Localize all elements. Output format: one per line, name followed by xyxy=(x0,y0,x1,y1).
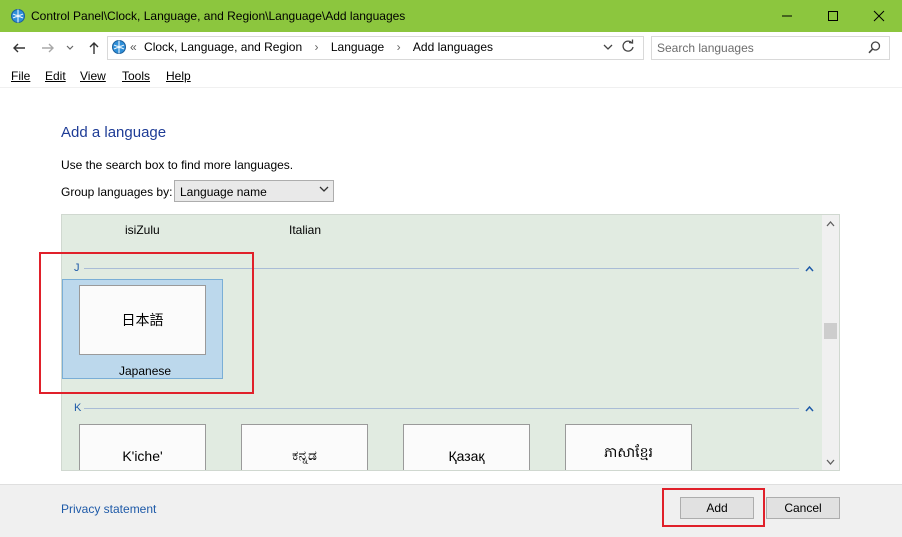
collapse-icon xyxy=(805,405,814,412)
back-arrow-icon xyxy=(13,43,25,53)
refresh-button[interactable] xyxy=(621,39,635,56)
highlight-japanese xyxy=(39,252,254,394)
up-button[interactable] xyxy=(84,38,104,58)
dropdown-icon xyxy=(603,44,613,50)
language-tile-kazakh[interactable]: Қазақ xyxy=(403,424,530,470)
menu-file-label: File xyxy=(11,69,31,83)
maximize-button[interactable] xyxy=(810,0,856,32)
maximize-icon xyxy=(828,11,838,21)
close-button[interactable] xyxy=(856,0,902,32)
breadcrumb-item-add-languages[interactable]: Add languages xyxy=(413,40,493,54)
search-placeholder: Search languages xyxy=(657,41,754,55)
scroll-up-icon[interactable] xyxy=(826,220,835,228)
language-tile-khmer[interactable]: ភាសាខ្មែរ xyxy=(565,424,692,470)
minimize-button[interactable] xyxy=(764,0,810,32)
group-divider xyxy=(84,408,799,409)
breadcrumb-item-clock-language-region[interactable]: Clock, Language, and Region xyxy=(144,40,302,54)
chevron-down-icon xyxy=(319,186,329,192)
group-header-k: K xyxy=(74,402,82,414)
menu-tools[interactable]: Tools xyxy=(122,69,150,83)
recent-dropdown-icon xyxy=(66,45,74,50)
collapse-group-k-button[interactable] xyxy=(805,402,814,416)
scroll-down-icon[interactable] xyxy=(826,458,835,466)
search-icon[interactable] xyxy=(868,41,881,54)
language-item-isizulu[interactable]: isiZulu xyxy=(125,223,160,237)
language-tile-kannada[interactable]: ಕನ್ನಡ xyxy=(241,424,368,470)
minimize-icon xyxy=(782,15,792,17)
highlight-add-button xyxy=(662,488,765,527)
menu-view-label: View xyxy=(80,69,106,83)
breadcrumb-item-language[interactable]: Language xyxy=(331,40,384,54)
forward-arrow-icon xyxy=(42,43,54,53)
menu-file[interactable]: File xyxy=(11,69,30,83)
recent-locations-button[interactable] xyxy=(63,38,77,58)
menu-edit-label: Edit xyxy=(45,69,66,83)
menu-help-label: Help xyxy=(166,69,191,83)
breadcrumb-separator[interactable]: › xyxy=(315,40,319,54)
menu-edit[interactable]: Edit xyxy=(45,69,66,83)
breadcrumb-separator[interactable]: › xyxy=(397,40,401,54)
language-list-scrollbar[interactable] xyxy=(822,215,839,470)
back-button[interactable] xyxy=(9,38,29,58)
address-dropdown-button[interactable] xyxy=(602,41,614,56)
breadcrumb-overflow[interactable]: « xyxy=(130,40,137,54)
language-item-italian[interactable]: Italian xyxy=(289,223,321,237)
up-arrow-icon xyxy=(89,42,99,54)
control-panel-icon xyxy=(112,40,126,54)
scrollbar-thumb[interactable] xyxy=(824,323,837,339)
menu-help[interactable]: Help xyxy=(166,69,191,83)
page-title: Add a language xyxy=(61,124,167,141)
group-by-value: Language name xyxy=(180,185,267,199)
menu-tools-label: Tools xyxy=(122,69,151,83)
collapse-group-j-button[interactable] xyxy=(805,262,814,276)
breadcrumb: « Clock, Language, and Region › Language… xyxy=(130,40,493,54)
instruction-text: Use the search box to find more language… xyxy=(61,158,294,172)
window-title: Control Panel\Clock, Language, and Regio… xyxy=(31,9,406,23)
privacy-statement-link[interactable]: Privacy statement xyxy=(61,502,156,516)
refresh-icon xyxy=(622,39,634,52)
language-tile-kiche[interactable]: K'iche' xyxy=(79,424,206,470)
menu-view[interactable]: View xyxy=(80,69,106,83)
forward-button[interactable] xyxy=(38,38,58,58)
group-by-label: Group languages by: xyxy=(61,185,173,199)
close-icon xyxy=(873,10,885,22)
collapse-icon xyxy=(805,265,814,272)
cancel-button[interactable]: Cancel xyxy=(766,497,840,519)
app-icon xyxy=(11,9,25,23)
